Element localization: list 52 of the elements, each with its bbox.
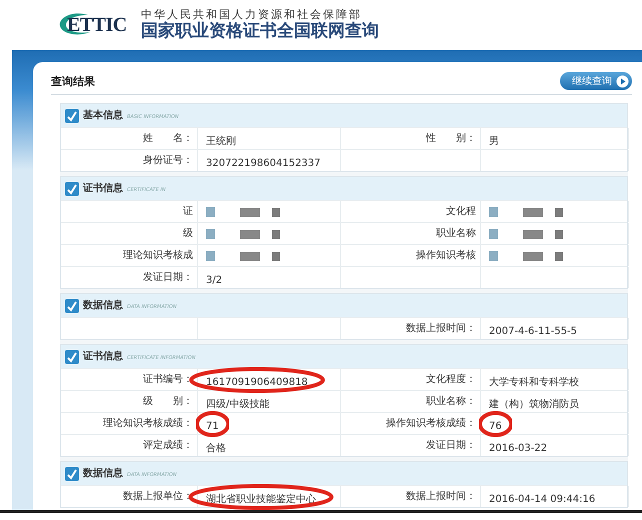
checkmark-square-icon	[65, 108, 79, 122]
field-label: 发证日期：	[426, 440, 476, 450]
field-label: 操作知识考核成绩：	[386, 418, 476, 428]
field-label: 数据上报时间：	[406, 492, 476, 502]
field-value: 2007-4-6-11-55-5	[489, 326, 578, 336]
field-label: 发证日期：	[143, 272, 193, 282]
field-label: 文化程	[446, 206, 476, 216]
field-label: 理论知识考核成	[123, 250, 193, 260]
field-value: 四级/中级技能	[206, 398, 270, 410]
field-label: 文化程度：	[426, 374, 476, 384]
field-value: 76	[489, 420, 502, 432]
site-title: 国家职业资格证书全国联网查询	[141, 21, 379, 42]
field-label: 理论知识考核成绩：	[103, 418, 193, 428]
field-value: 71	[206, 420, 219, 432]
logo: ETTIC	[58, 12, 133, 38]
ministry-name: 中华人民共和国人力资源和社会保障部	[141, 8, 363, 21]
section-title: 证书信息	[83, 182, 123, 196]
field-label: 职业名称：	[426, 396, 476, 406]
field-value: 男	[489, 136, 499, 146]
field-label: 姓 名：	[143, 134, 193, 144]
play-icon	[616, 74, 629, 88]
field-label: 级	[183, 228, 193, 238]
field-value: 320722198604152337	[206, 158, 321, 168]
field-value: 1617091906409818	[206, 376, 308, 388]
field-value: 2016-04-14 09:44:16	[489, 494, 596, 504]
section-title: 基本信息	[83, 108, 123, 123]
field-label: 评定成绩：	[143, 440, 193, 450]
field-value: 湖北省职业技能鉴定中心	[206, 494, 316, 504]
field-label: 数据上报时间：	[406, 324, 476, 334]
section-title: 数据信息	[83, 298, 123, 313]
field-label: 级 别：	[143, 396, 193, 406]
result-title: 查询结果	[51, 74, 95, 90]
checkmark-square-icon	[65, 298, 79, 312]
field-label: 职业名称	[436, 228, 476, 238]
field-value: 大学专科和专科学校	[489, 376, 579, 388]
field-label: 身份证号：	[143, 156, 193, 166]
field-label: 证书编号：	[143, 374, 193, 384]
field-value: 合格	[206, 442, 226, 454]
field-label: 证	[183, 206, 193, 216]
field-label: 数据上报单位：	[123, 492, 193, 502]
checkmark-square-icon	[65, 182, 79, 196]
checkmark-square-icon	[65, 350, 79, 364]
field-value: 3/2	[206, 274, 222, 286]
field-label: 性 别：	[426, 134, 476, 144]
section-title: 数据信息	[83, 466, 123, 481]
field-value: 王统刚	[206, 136, 236, 146]
continue-query-button[interactable]: 继续查询	[560, 72, 632, 90]
checkmark-square-icon	[65, 466, 79, 480]
field-label: 操作知识考核	[416, 250, 476, 260]
section-title: 证书信息	[83, 350, 123, 364]
field-value: 建（构）筑物消防员	[489, 398, 579, 410]
field-value: 2016-03-22	[489, 442, 548, 454]
